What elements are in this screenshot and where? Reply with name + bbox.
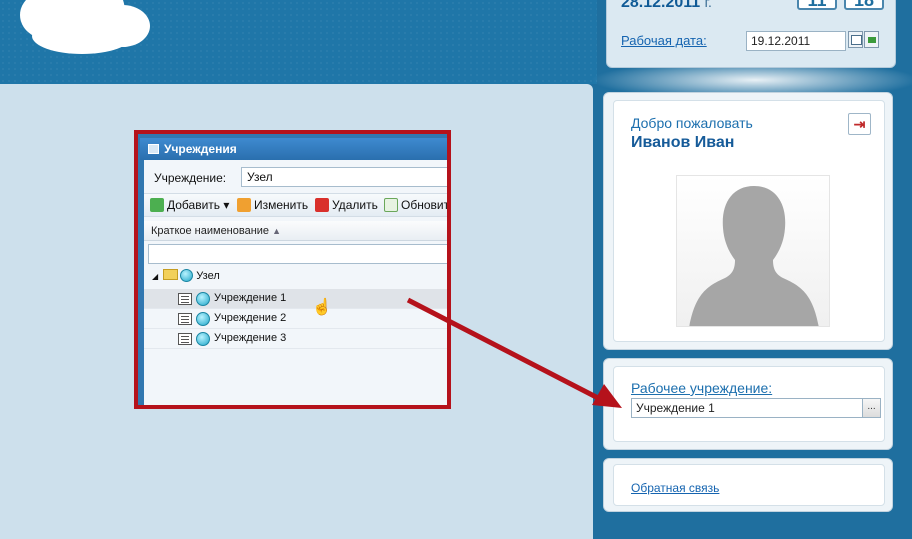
organization-label-link[interactable]: Рабочее учреждение:: [631, 380, 772, 396]
window-title: Учреждения: [140, 138, 447, 160]
annotation-frame: Учреждения Учреждение: Узел Добавить ▾ И…: [134, 130, 451, 409]
tree-root[interactable]: ◢ Узел: [152, 269, 220, 282]
expand-icon[interactable]: ◢: [152, 272, 158, 281]
workdate-field[interactable]: 19.12.2011: [746, 31, 846, 51]
circle-icon: [180, 269, 194, 282]
welcome-text: Добро пожаловать: [631, 115, 753, 131]
edit-button[interactable]: Изменить: [237, 198, 308, 212]
refresh-button[interactable]: Обновить: [384, 198, 447, 212]
column-header[interactable]: Краткое наименование ▲: [144, 221, 447, 241]
circle-icon: [196, 312, 210, 326]
delete-button[interactable]: Удалить: [315, 198, 378, 212]
workdate-link[interactable]: Рабочая дата:: [621, 33, 707, 48]
user-name: Иванов Иван: [631, 134, 735, 151]
window-body: Учреждение: Узел Добавить ▾ Изменить Уда…: [144, 160, 447, 405]
cloud-decoration: [32, 18, 132, 54]
edit-icon: [237, 198, 251, 212]
folder-icon: [163, 269, 179, 280]
hand-cursor-icon: ☝: [312, 299, 332, 316]
tree-item[interactable]: Учреждение 3: [144, 329, 447, 349]
organization-picker-button[interactable]: ...: [862, 398, 881, 418]
document-icon: [178, 333, 192, 345]
document-icon: [178, 313, 192, 325]
feedback-link[interactable]: Обратная связь: [631, 481, 719, 495]
clock-hours: 11: [797, 0, 837, 10]
circle-icon: [196, 292, 210, 306]
circle-icon: [196, 332, 210, 346]
tree-item[interactable]: Учреждение 2: [144, 309, 447, 329]
clock-minutes: 18: [844, 0, 884, 10]
document-icon: [178, 293, 192, 305]
calendar-apply-icon[interactable]: [864, 31, 879, 48]
organization-field[interactable]: Учреждение 1: [631, 398, 863, 418]
institution-label: Учреждение:: [154, 171, 227, 185]
tree-item[interactable]: Учреждение 1: [144, 289, 447, 309]
add-button[interactable]: Добавить ▾: [150, 198, 229, 212]
toolbar: Добавить ▾ Изменить Удалить Обновить: [144, 193, 447, 217]
avatar: [676, 175, 830, 327]
add-icon: [150, 198, 164, 212]
refresh-icon: [384, 198, 398, 212]
window-title-text: Учреждения: [164, 142, 237, 156]
column-filter-input[interactable]: [148, 244, 447, 264]
table-icon: [148, 144, 159, 154]
logout-icon[interactable]: ⇥: [848, 113, 871, 135]
current-date: 28.12.2011 г.: [621, 0, 712, 11]
calendar-icon[interactable]: [848, 31, 863, 48]
institution-field[interactable]: Узел: [241, 167, 447, 187]
delete-icon: [315, 198, 329, 212]
